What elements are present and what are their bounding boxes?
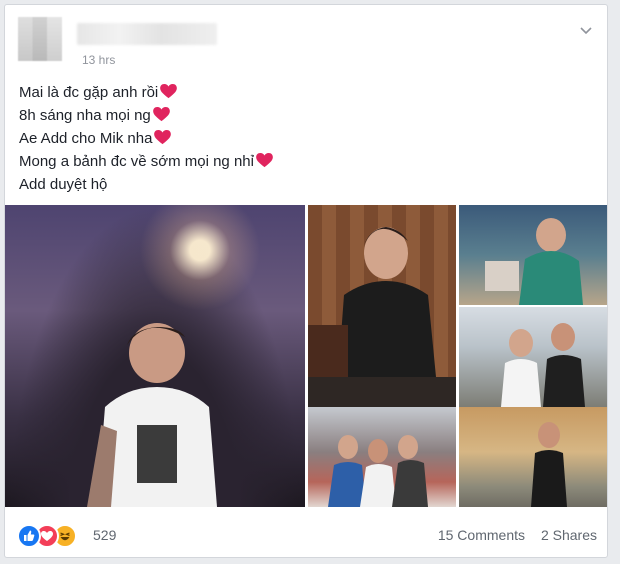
- reaction-count[interactable]: 529: [93, 527, 116, 543]
- post-line-2: 8h sáng nha mọi ng: [19, 104, 273, 127]
- post-text: Mai là đc gặp anh rồi 8h sáng nha mọi ng…: [19, 81, 273, 196]
- comments-count-link[interactable]: 15 Comments: [438, 527, 525, 543]
- photo-4[interactable]: [459, 307, 607, 407]
- photo-main-subject: [87, 323, 217, 507]
- avatar[interactable]: [18, 17, 62, 61]
- photo-2-lower[interactable]: [308, 377, 456, 407]
- photo-5[interactable]: [308, 407, 456, 507]
- heart-icon: [256, 153, 273, 168]
- photo-4-subject: [501, 323, 585, 407]
- heart-icon: [154, 130, 172, 145]
- photo-6-subject: [531, 422, 567, 507]
- post-card: 13 hrs Mai là đc gặp anh rồi 8h sáng nha…: [4, 4, 608, 558]
- post-line-4: Mong a bảnh đc về sớm mọi ng nhỉ: [19, 150, 273, 173]
- post-footer: 529 15 Comments 2 Shares: [5, 515, 607, 555]
- heart-icon: [152, 107, 170, 122]
- photo-3[interactable]: [459, 205, 607, 305]
- photo-2-subject: [308, 227, 436, 377]
- photo-6[interactable]: [459, 407, 607, 507]
- post-line-3: Ae Add cho Mik nha: [19, 127, 273, 150]
- photo-3-subject: [485, 218, 583, 305]
- heart-icon: [160, 84, 178, 99]
- photo-main[interactable]: [5, 205, 305, 507]
- post-line-1: Mai là đc gặp anh rồi: [19, 81, 273, 104]
- like-icon: [17, 524, 41, 548]
- photo-grid: [5, 205, 607, 507]
- post-line-5: Add duyệt hộ: [19, 176, 108, 193]
- photo-2[interactable]: [308, 205, 456, 377]
- post-timestamp[interactable]: 13 hrs: [82, 53, 115, 67]
- photo-5-crowd: [328, 435, 428, 507]
- chevron-down-icon[interactable]: [579, 25, 593, 35]
- author-name-blurred[interactable]: [77, 23, 217, 45]
- shares-count-link[interactable]: 2 Shares: [541, 527, 597, 543]
